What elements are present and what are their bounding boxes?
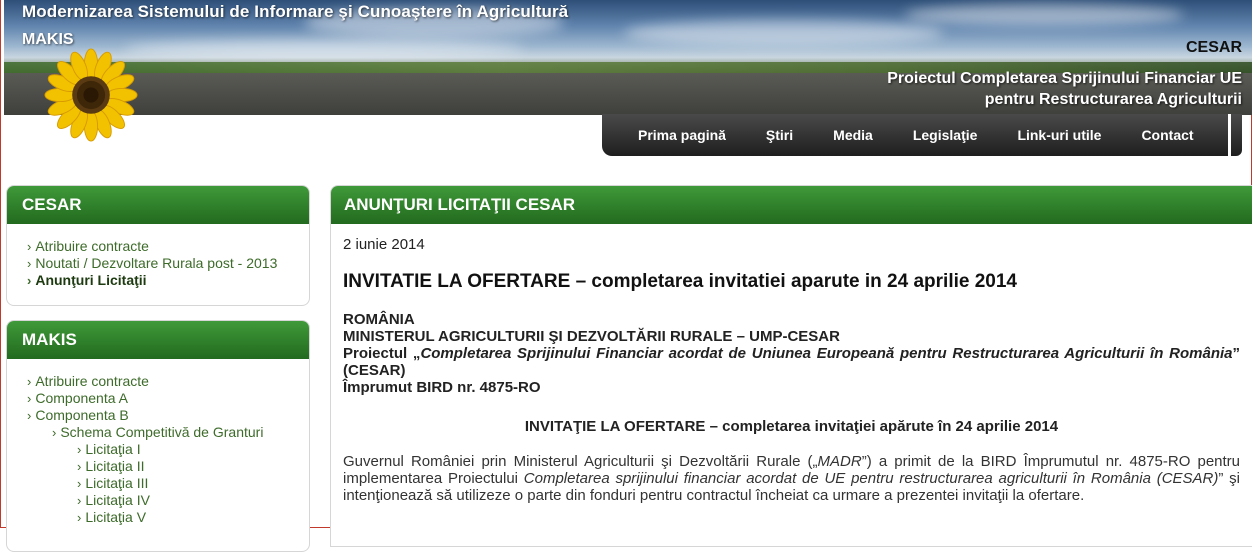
chevron-right-icon: › [52, 425, 57, 440]
chevron-right-icon: › [77, 493, 82, 508]
chevron-right-icon: › [77, 476, 82, 491]
nav-item-contact[interactable]: Contact [1121, 127, 1213, 143]
site-title: Modernizarea Sistemului de Informare şi … [22, 2, 569, 21]
sidebar-item-noutati[interactable]: › Noutati / Dezvoltare Rurala post - 2013 [27, 255, 309, 272]
sidebar-cesar-title: CESAR [7, 186, 309, 224]
sidebar-box-cesar: CESAR › Atribuire contracte › Noutati / De… [6, 185, 310, 306]
header-banner: Modernizarea Sistemului de Informare şi … [4, 0, 1252, 115]
sidebar-makis-menu: › Atribuire contracte › Componenta A › Comp… [7, 359, 309, 526]
sidebar-item-licitatia-1[interactable]: › Licitaţia I [27, 441, 309, 458]
makis-logo[interactable]: MAKIS [22, 31, 74, 49]
address-loan: Împrumut BIRD nr. 4875-RO [343, 379, 541, 396]
chevron-right-icon: › [77, 442, 82, 457]
address-country: ROMÂNIA [343, 311, 415, 328]
sidebar-item-atribuire-contracte[interactable]: › Atribuire contracte [27, 238, 309, 255]
article-address: ROMÂNIA MINISTERUL AGRICULTURII ŞI DEZVO… [343, 311, 1240, 396]
main-nav: Prima pagină Ştiri Media Legislaţie Link… [602, 114, 1242, 156]
sidebar-item-licitatia-3[interactable]: › Licitaţia III [27, 475, 309, 492]
sidebar-item-componenta-b[interactable]: › Componenta B [27, 407, 309, 424]
address-project: Proiectul „Completarea Sprijinului Finan… [343, 345, 1240, 379]
nav-divider [1228, 114, 1231, 156]
nav-item-home[interactable]: Prima pagină [618, 127, 746, 143]
sidebar-item-anunturi-licitatii[interactable]: › Anunţuri Licitaţii [27, 272, 309, 289]
sidebar-cesar-menu: › Atribuire contracte › Noutati / Dezvolta… [7, 224, 309, 289]
nav-item-legislation[interactable]: Legislaţie [893, 127, 998, 143]
sidebar-box-makis: MAKIS › Atribuire contracte › Componenta A… [6, 320, 310, 552]
sunflower-logo-icon[interactable] [44, 48, 138, 142]
project-title-line2: pentru Restructurarea Agriculturii [984, 91, 1242, 108]
main-panel: ANUNŢURI LICITAŢII CESAR 2 iunie 2014 IN… [330, 185, 1252, 547]
article: 2 iunie 2014 INVITATIE LA OFERTARE – com… [343, 236, 1240, 504]
sidebar-item-licitatia-4[interactable]: › Licitaţia IV [27, 492, 309, 509]
chevron-right-icon: › [27, 256, 32, 271]
chevron-right-icon: › [27, 374, 32, 389]
chevron-right-icon: › [27, 273, 32, 288]
main-title: ANUNŢURI LICITAŢII CESAR [331, 186, 1252, 224]
nav-item-useful-links[interactable]: Link-uri utile [997, 127, 1121, 143]
chevron-right-icon: › [27, 391, 32, 406]
article-headline: INVITATIE LA OFERTARE – completarea invi… [343, 271, 1017, 292]
invitation-title: INVITAŢIE LA OFERTARE – completarea invi… [524, 418, 1059, 435]
chevron-right-icon: › [27, 408, 32, 423]
nav-item-media[interactable]: Media [813, 127, 893, 143]
sidebar-makis-title: MAKIS [7, 321, 309, 359]
chevron-right-icon: › [77, 510, 82, 525]
sidebar-item-componenta-a[interactable]: › Componenta A [27, 390, 309, 407]
sidebar-item-makis-atribuire[interactable]: › Atribuire contracte [27, 373, 309, 390]
article-date: 2 iunie 2014 [343, 236, 425, 253]
sidebar-item-licitatia-2[interactable]: › Licitaţia II [27, 458, 309, 475]
cesar-logo[interactable]: CESAR [1186, 39, 1242, 57]
project-title: Proiectul Completarea Sprijinului Financ… [887, 68, 1242, 110]
nav-item-news[interactable]: Ştiri [746, 127, 813, 143]
project-title-line1: Proiectul Completarea Sprijinului Financ… [887, 70, 1242, 87]
chevron-right-icon: › [77, 459, 82, 474]
sidebar-item-licitatia-5[interactable]: › Licitaţia V [27, 509, 309, 526]
chevron-right-icon: › [27, 239, 32, 254]
address-ministry: MINISTERUL AGRICULTURII ŞI DEZVOLTĂRII R… [343, 328, 840, 345]
article-paragraph: Guvernul României prin Ministerul Agricu… [343, 453, 1241, 504]
sidebar-item-schema-granturi[interactable]: › Schema Competitivă de Granturi [27, 424, 309, 441]
